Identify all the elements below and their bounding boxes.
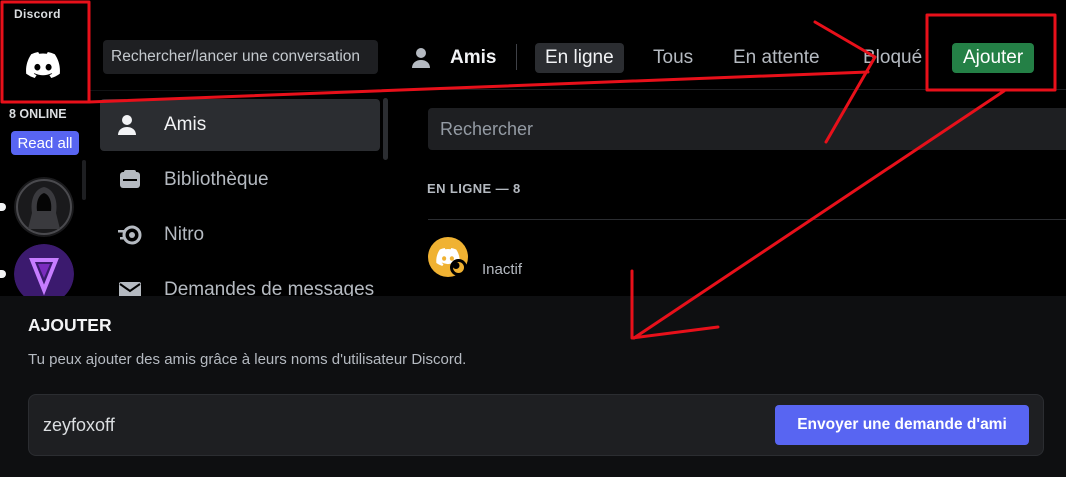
server-icon[interactable] [14,177,74,237]
server-unread-pill [0,270,6,278]
find-conversation-button[interactable]: Rechercher/lancer une conversation [103,40,378,74]
dm-item-library[interactable]: Bibliothèque [100,154,380,206]
send-friend-request-button[interactable]: Envoyer une demande d'ami [775,405,1029,445]
library-icon [116,166,144,194]
divider [428,219,1066,220]
app-name: Discord [14,7,61,21]
add-friend-panel: AJOUTER Tu peux ajouter des amis grâce à… [0,296,1066,477]
tab-all[interactable]: Tous [643,43,703,73]
add-friend-description: Tu peux ajouter des amis grâce à leurs n… [28,351,467,368]
purple-v-logo-icon [14,244,74,304]
read-all-button[interactable]: Read all [11,131,79,155]
friends-icon [412,48,430,68]
add-friend-form: Envoyer une demande d'ami [28,394,1044,456]
server-icon[interactable] [14,244,74,304]
friends-topbar: Amis En ligne Tous En attente Bloqué Ajo… [390,36,1066,80]
tab-blocked[interactable]: Bloqué [853,43,932,73]
divider [516,44,517,70]
server-unread-pill [0,203,6,211]
dm-item-label: Amis [164,114,207,135]
dm-item-label: Nitro [164,224,205,245]
discord-logo-icon [26,52,60,78]
tab-pending[interactable]: En attente [723,43,830,73]
nitro-icon [116,221,144,249]
dm-item-label: Bibliothèque [164,169,269,190]
add-friend-title: AJOUTER [28,315,112,335]
dm-item-nitro[interactable]: Nitro [100,209,380,261]
divider [88,90,390,91]
divider [390,89,1066,90]
friend-status: Inactif [482,261,523,278]
friend-search-input[interactable]: Rechercher [428,108,1066,150]
page-title: Amis [412,47,496,69]
dm-item-friends[interactable]: Amis [100,99,380,151]
add-friend-tab[interactable]: Ajouter [952,43,1035,73]
friends-icon [116,111,144,139]
tab-online[interactable]: En ligne [535,43,624,73]
rail-scrollbar[interactable] [82,160,86,200]
hooded-figure-icon [14,177,74,237]
friend-row[interactable]: Inactif [428,235,1048,285]
home-button[interactable] [12,34,74,96]
dm-scrollbar[interactable] [383,98,388,160]
online-count: 8 ONLINE [9,107,67,121]
online-section-label: EN LIGNE — 8 [427,181,521,196]
username-input[interactable] [43,395,743,455]
page-title-label: Amis [450,47,497,68]
idle-status-icon [450,259,467,276]
